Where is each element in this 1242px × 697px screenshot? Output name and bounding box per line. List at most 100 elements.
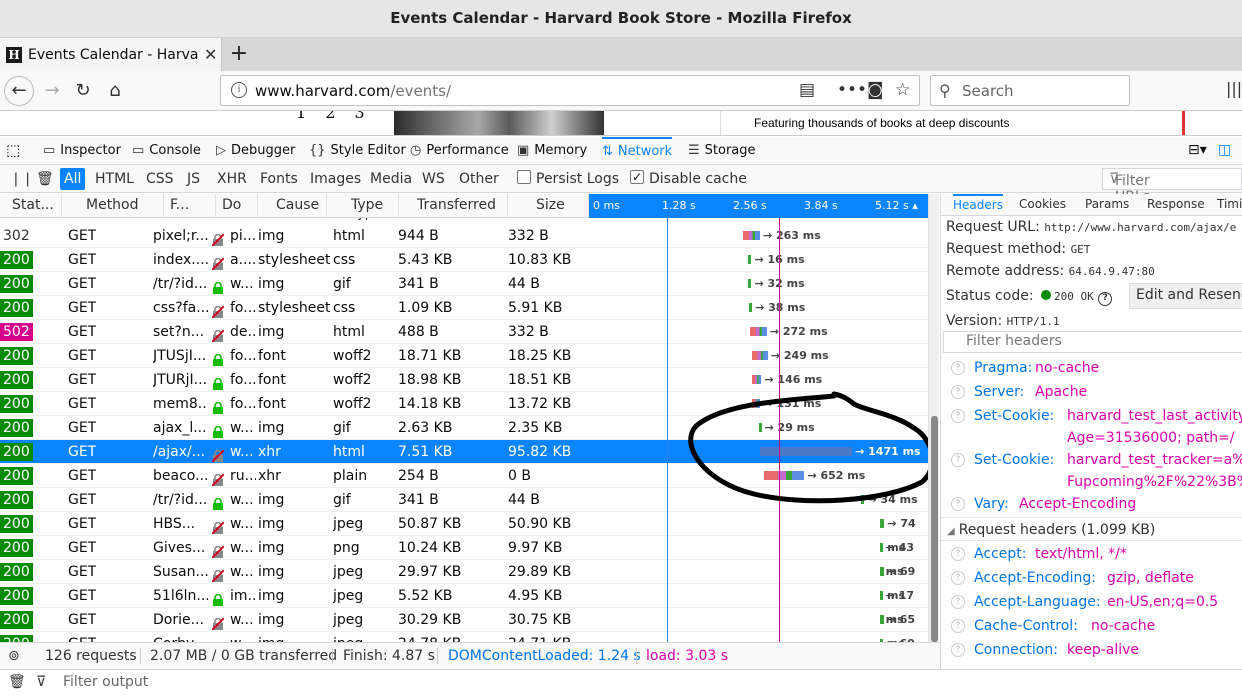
filter-xhr[interactable]: XHR [213,168,251,190]
header-row[interactable]: ? Set-Cookie: harvard_test_tracker=a%3A5% F… [941,449,1242,493]
request-list-scrollbar[interactable] [928,194,939,642]
request-row[interactable]: 200 GET beaco... ru... xhr plain 254 B 0 B → 652… [0,464,928,488]
help-icon[interactable]: ? [951,385,965,399]
edit-resend-button[interactable]: Edit and Resend [1129,283,1242,309]
help-icon[interactable]: ? [951,547,965,561]
header-row[interactable]: ? Accept: text/html, */* [941,543,1242,567]
pick-element-icon[interactable]: ⬚ [6,137,20,165]
home-button[interactable]: ⌂ [101,77,129,105]
request-row[interactable]: 200 GET Dorie... w... img jpeg 30.29 KB 30.75 K… [0,608,928,642]
filter-js[interactable]: JS [183,168,204,190]
request-headers-section[interactable]: ◢ Request headers (1.099 KB) [941,517,1242,541]
request-row[interactable]: 200 GET Susan... w... img jpeg 29.97 KB 29.89 K… [0,560,928,602]
back-button[interactable]: ← [4,76,34,106]
col-file[interactable]: F... [164,194,216,218]
browser-tab[interactable]: H Events Calendar - Harvard Book Store ✕ [0,38,222,71]
request-row[interactable]: 200 GET mem8... fo... font woff2 14.18 KB 13.72… [0,392,928,416]
header-row[interactable]: ? Server: Apache [941,381,1242,405]
request-row[interactable]: 502 GET set?n... de...img html 488 B 332 B → 27… [0,320,928,344]
help-icon[interactable]: ? [951,409,965,423]
scrollbar-thumb[interactable] [931,416,938,642]
site-info-icon[interactable]: i [231,82,247,98]
filter-icon[interactable]: ⊽ [36,674,46,690]
request-row[interactable]: 200 GET index.... a.... stylesheet css 5.43 KB… [0,248,928,272]
console-input[interactable]: 🗑 ⊽ Filter output [0,669,1242,697]
col-cause[interactable]: Cause [258,194,327,218]
filter-urls-input[interactable]: ⊽ Filter URLs [1102,168,1242,205]
tab-memory[interactable]: ▣ Memory [517,137,587,165]
col-domain[interactable]: Do [216,194,258,218]
close-tab-icon[interactable]: ✕ [204,45,217,64]
search-input[interactable]: ⚲ Search [930,75,1130,106]
request-row[interactable]: 200 GET HBS... w... img jpeg 50.87 KB 50.90 KB →… [0,512,928,554]
filter-all[interactable]: All [60,168,86,190]
waterfall-header[interactable]: 0 ms 1.28 s 2.56 s 3.84 s 5.12 s ▴ [589,194,928,218]
header-row[interactable]: ? Pragma: no-cache [941,357,1242,381]
filter-html[interactable]: HTML [91,168,138,190]
help-icon[interactable]: ? [951,595,965,609]
reader-view-icon[interactable]: ▤ [799,80,815,100]
filter-other[interactable]: Other [455,168,503,190]
persist-logs-checkbox[interactable] [517,170,531,184]
tab-console[interactable]: ▭ Console [132,137,201,165]
filter-fonts[interactable]: Fonts [256,168,302,190]
header-row[interactable]: ? Cache-Control: no-cache [941,615,1242,639]
request-row[interactable]: 200 GET/tr/?id... w... img gif 341 B 44 B → 34 … [0,488,928,512]
tab-inspector[interactable]: ▭ Inspector [43,137,121,165]
help-icon[interactable]: ? [951,361,965,375]
tab-style-editor[interactable]: {} Style Editor [309,137,406,165]
clear-trash-icon[interactable]: 🗑 [32,168,58,190]
col-size[interactable]: Size [508,194,589,218]
performance-analysis-icon[interactable]: ⊚ [8,643,20,669]
col-status[interactable]: Stat... [0,194,62,218]
pocket-icon[interactable]: ◙ [867,80,884,100]
filter-headers-input[interactable]: Filter headers [943,331,1242,353]
tab-performance[interactable]: ◷ Performance [410,137,509,165]
header-row[interactable]: ? Accept-Encoding: gzip, deflate [941,567,1242,591]
tab-response[interactable]: Response [1147,194,1205,216]
request-row[interactable]: 200 GET/tr/?id... w... img gif 341 B 44 B → 32 … [0,272,928,296]
tab-network[interactable]: ⇅ Network [602,137,673,165]
col-method[interactable]: Method [62,194,164,218]
filter-css[interactable]: CSS [142,168,178,190]
header-row[interactable]: ? Vary: Accept-Encoding [941,493,1242,517]
help-icon[interactable]: ? [951,619,965,633]
page-actions-icon[interactable]: ••• [837,80,867,100]
tab-debugger[interactable]: ▷ Debugger [216,137,295,165]
help-icon[interactable]: ? [951,643,965,657]
forward-button[interactable]: → [38,77,66,105]
help-icon[interactable]: ? [951,497,965,511]
header-row[interactable]: ? Set-Cookie: harvard_test_last_activity=1… [941,405,1242,449]
header-row[interactable]: ? Connection: keep-alive [941,639,1242,663]
tab-params[interactable]: Params [1085,194,1129,216]
tab-storage[interactable]: ☰ Storage [688,137,756,165]
request-row[interactable]: 200 GET 51l6ln... im...img jpeg 5.52 KB 4.95 K… [0,584,928,626]
reload-button[interactable]: ↻ [69,77,97,105]
disable-cache-checkbox[interactable]: ✓ [630,170,644,184]
request-row[interactable]: 200 GET JTURjI... fo... font woff2 18.98 KB 18.… [0,368,928,392]
request-row[interactable]: 302 GET pixel;r... pi... img html 944 B 332 B → … [0,224,928,248]
request-row[interactable]: 200 GET Corby... w...img jpeg 24.78 KB 24.71 K… [0,632,928,642]
tab-headers[interactable]: Headers [953,194,1003,216]
tab-cookies[interactable]: Cookies [1019,194,1066,216]
help-icon[interactable]: ? [951,571,965,585]
toggle-sidebar-icon[interactable]: ◫ [1218,137,1231,165]
request-row[interactable]: 200 GET Gives... w... img png 10.24 KB 9.97 KB →… [0,536,928,578]
dock-layout-icon[interactable]: ⊟▾ [1188,137,1207,165]
url-bar[interactable]: i www.harvard.com/events/ ▤ ••• ◙ ☆ [220,75,920,106]
pagination[interactable]: 1 2 3 [296,111,365,122]
bookmark-star-icon[interactable]: ☆ [895,80,910,100]
new-tab-button[interactable]: + [228,38,250,71]
request-row[interactable]: 200 GET ajax_l... w... img gif 2.63 KB 2.35 KB →… [0,416,928,440]
request-row[interactable]: 200 GET JTUSjI... fo... font woff2 18.71 KB 18.… [0,344,928,368]
col-type[interactable]: Type [327,194,399,218]
tab-timings[interactable]: Timings [1217,194,1242,216]
trash-icon[interactable]: 🗑 [8,674,26,690]
filter-ws[interactable]: WS [418,168,449,190]
filter-media[interactable]: Media [366,168,416,190]
request-row[interactable]: 200 GET/ajax/... w... xhr html 7.51 KB 95.82 K… [0,440,928,464]
filter-images[interactable]: Images [306,168,365,190]
help-icon[interactable]: ? [951,453,965,467]
request-row[interactable]: 200 GET css?fa... fo... stylesheet css 1.09 KB… [0,296,928,320]
col-transferred[interactable]: Transferred [399,194,508,218]
